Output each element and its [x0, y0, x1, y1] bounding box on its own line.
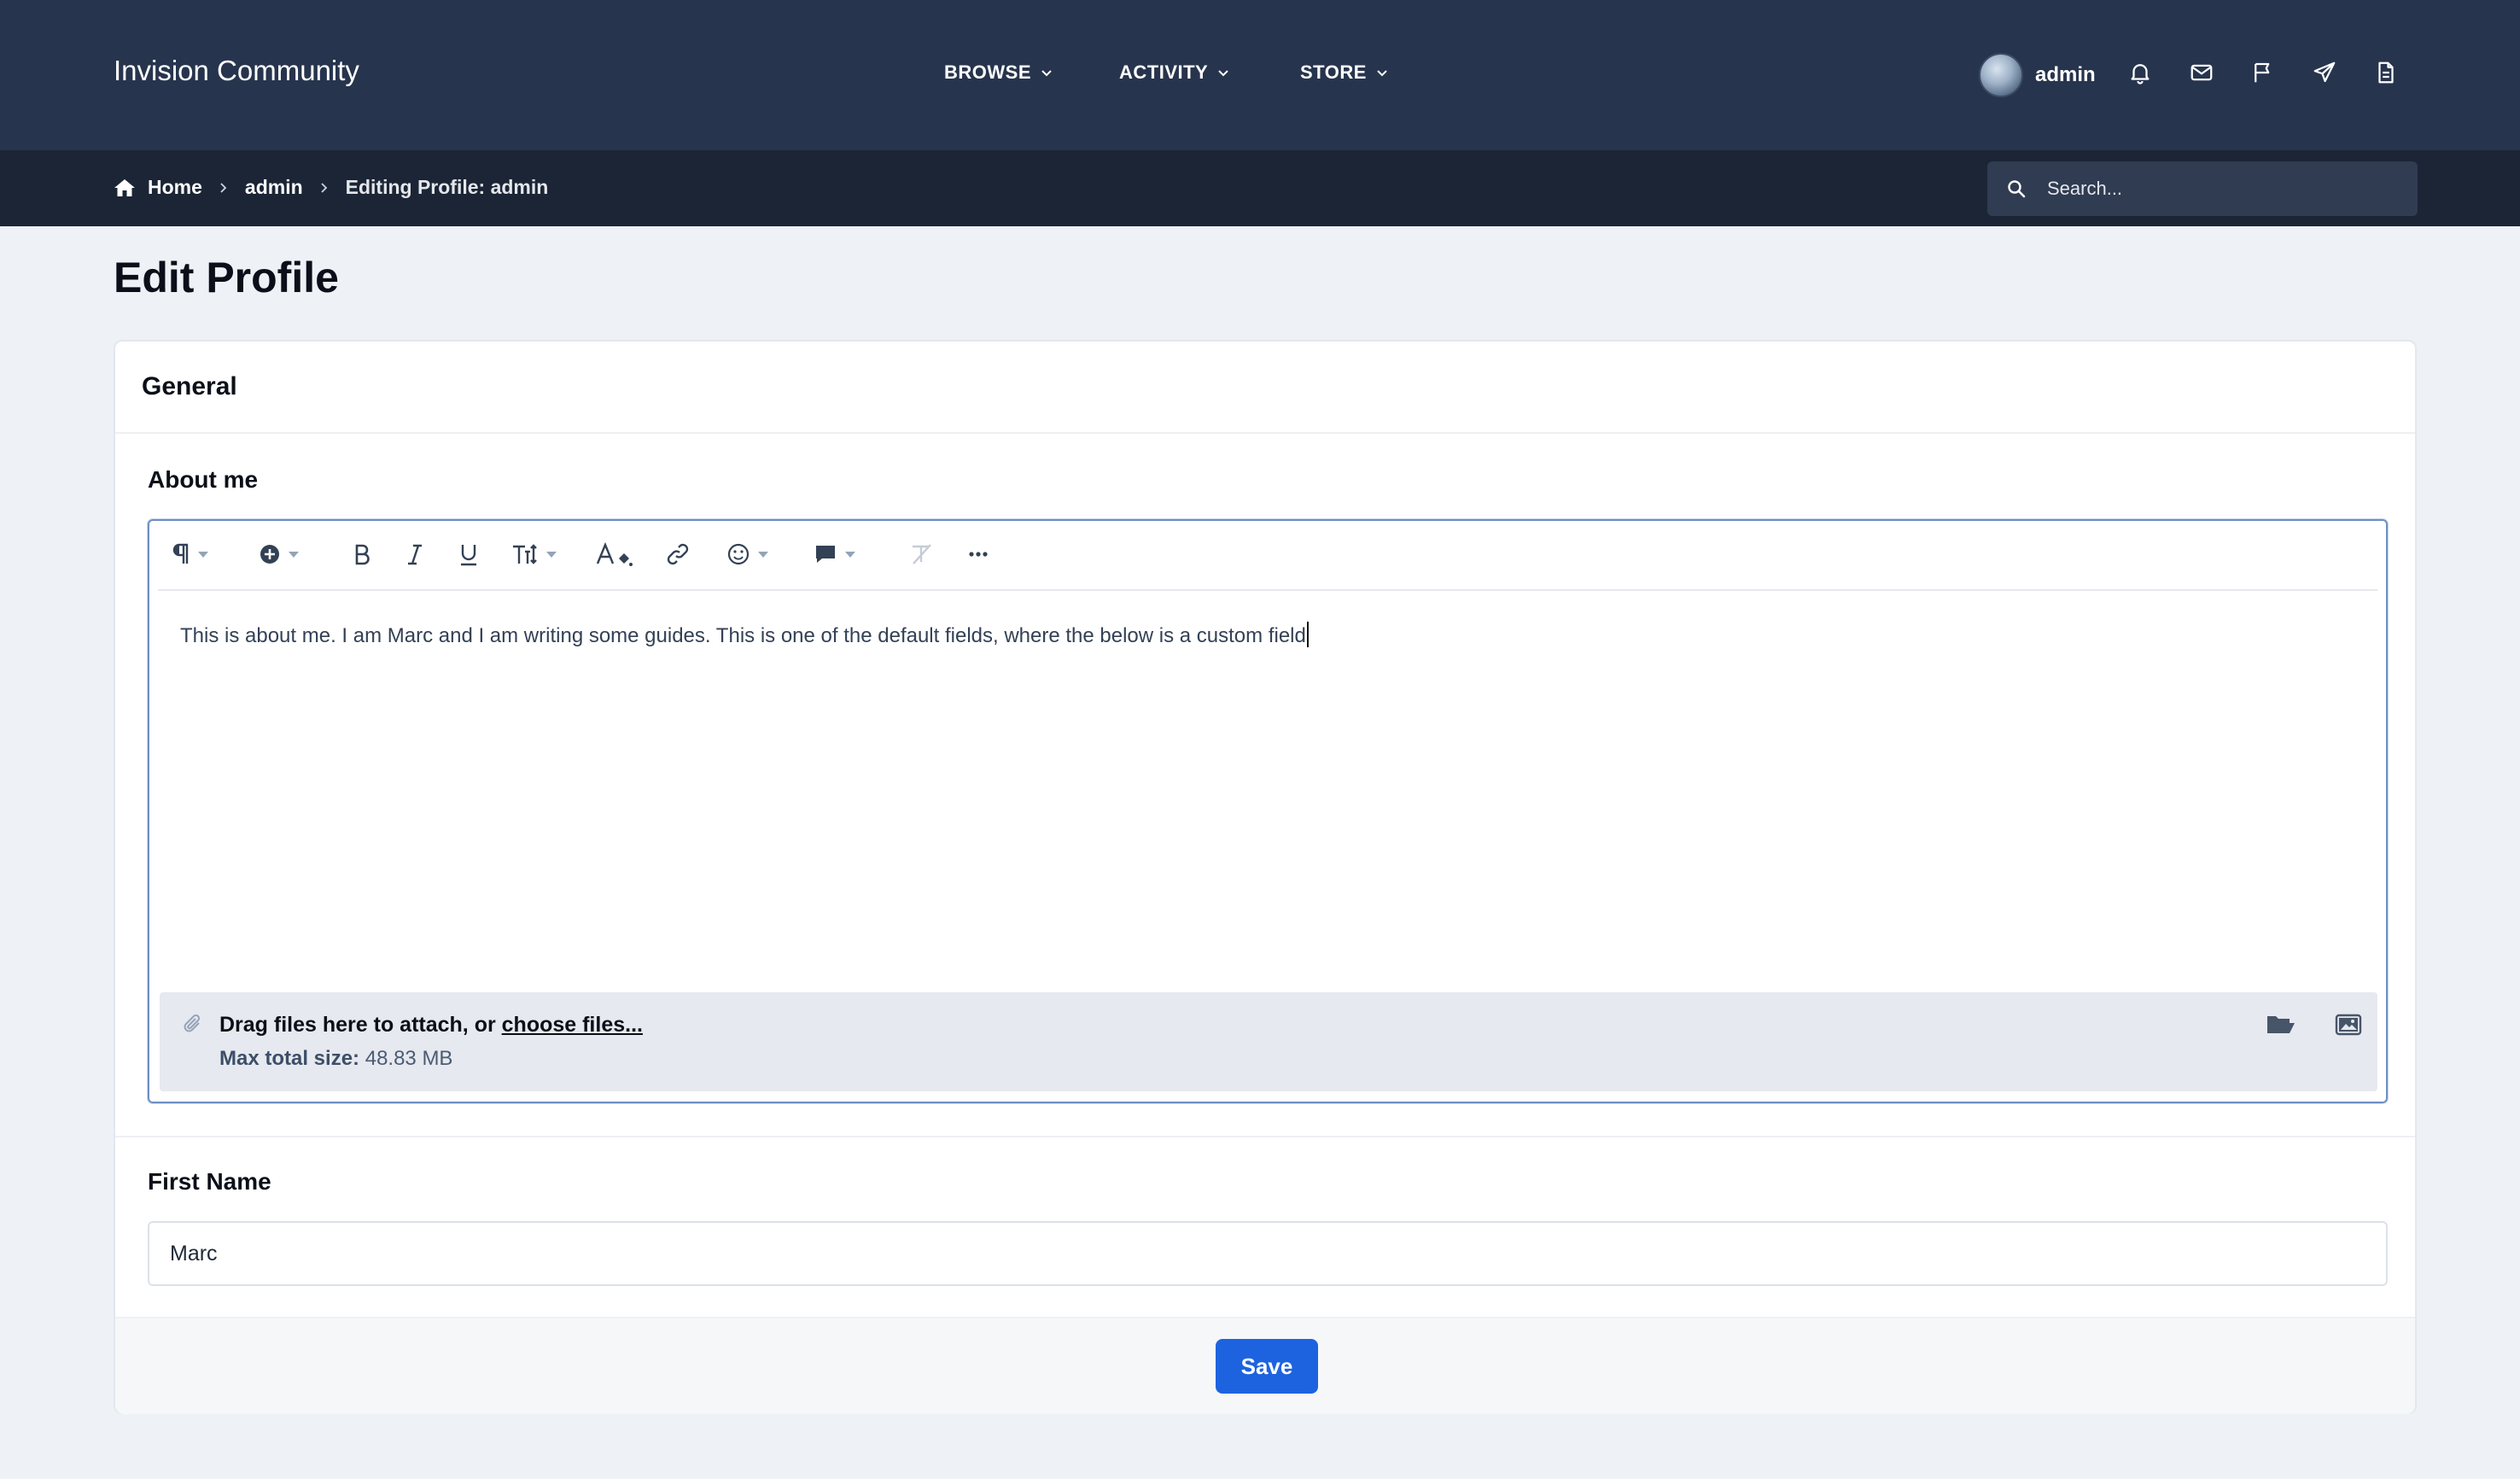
nav-store[interactable]: STORE [1300, 61, 1389, 84]
attachment-dropzone[interactable]: Drag files here to attach, or choose fil… [160, 992, 2377, 1091]
about-me-text: This is about me. I am Marc and I am wri… [180, 624, 1306, 647]
first-name-input[interactable] [148, 1221, 2388, 1286]
breadcrumb: Home admin Editing Profile: admin [114, 176, 548, 199]
nav-store-label: STORE [1300, 61, 1367, 83]
smiley-icon [727, 543, 750, 565]
site-header: Invision Community BROWSE ACTIVITY STORE… [0, 0, 2520, 150]
caret-down-icon [289, 552, 299, 558]
attach-instructions: Drag files here to attach, or choose fil… [219, 1013, 643, 1038]
italic-icon [408, 544, 422, 565]
max-size-value: 48.83 MB [359, 1047, 453, 1070]
section-title: General [115, 342, 2415, 434]
page-title: Edit Profile [114, 254, 339, 301]
search-input[interactable] [2045, 177, 2407, 201]
link-icon [667, 543, 689, 565]
send-icon[interactable] [2312, 60, 2337, 85]
site-title[interactable]: Invision Community [114, 55, 359, 87]
clear-format-icon [913, 544, 931, 564]
document-icon[interactable] [2373, 60, 2399, 85]
section-divider [115, 1136, 2415, 1137]
comment-icon [816, 546, 835, 563]
pilcrow-icon [172, 543, 189, 564]
plus-circle-icon [260, 545, 279, 564]
attach-text: Drag files here to attach, or [219, 1013, 502, 1037]
breadcrumb-current: Editing Profile: admin [345, 176, 549, 198]
home-icon[interactable] [114, 178, 136, 198]
search-icon [2008, 180, 2026, 198]
user-menu[interactable]: admin [1979, 53, 2096, 97]
folder-open-icon [2267, 1016, 2295, 1033]
nav-activity-label: ACTIVITY [1119, 61, 1209, 83]
chevron-down-icon [1041, 70, 1052, 77]
more-options-button[interactable] [967, 540, 989, 569]
caret-down-icon [546, 552, 557, 558]
nav-browse-label: BROWSE [944, 61, 1031, 83]
form-footer: Save [115, 1317, 2415, 1414]
editor-toolbar [158, 521, 2377, 591]
edit-profile-form: General About me This is about me. I am … [114, 340, 2417, 1414]
chevron-right-icon [220, 182, 227, 193]
emoji-button[interactable] [726, 540, 769, 569]
caret-down-icon [758, 552, 768, 558]
clear-formatting-button[interactable] [909, 540, 935, 569]
text-cursor [1306, 622, 1309, 647]
max-size-info: Max total size: 48.83 MB [219, 1047, 452, 1071]
text-color-button[interactable] [595, 540, 636, 569]
italic-button[interactable] [405, 540, 424, 569]
chevron-down-icon [1377, 70, 1387, 77]
breadcrumb-home[interactable]: Home [148, 176, 202, 199]
rich-text-editor[interactable]: This is about me. I am Marc and I am wri… [148, 519, 2388, 1103]
insert-image-button[interactable] [2333, 1011, 2364, 1038]
paragraph-format-button[interactable] [172, 540, 209, 569]
text-size-icon [513, 544, 537, 564]
bell-icon[interactable] [2127, 60, 2153, 85]
caret-down-icon [198, 552, 208, 558]
max-size-label: Max total size: [219, 1047, 360, 1070]
nav-browse[interactable]: BROWSE [944, 61, 1053, 84]
bold-button[interactable] [353, 540, 371, 569]
paperclip-icon [184, 1014, 201, 1032]
avatar [1979, 53, 2023, 97]
editor-content[interactable]: This is about me. I am Marc and I am wri… [180, 622, 1309, 648]
about-me-label: About me [148, 466, 259, 493]
chevron-down-icon [1218, 70, 1228, 77]
caret-down-icon [845, 552, 855, 558]
search-box[interactable] [1987, 161, 2418, 216]
save-button[interactable]: Save [1216, 1339, 1318, 1394]
bold-icon [355, 544, 370, 565]
first-name-label: First Name [148, 1168, 271, 1195]
underline-icon [461, 545, 476, 566]
insert-button[interactable] [259, 540, 300, 569]
chevron-right-icon [321, 182, 327, 193]
images-icon [2335, 1014, 2362, 1036]
browse-files-button[interactable] [2265, 1011, 2295, 1038]
font-size-button[interactable] [511, 540, 557, 569]
nav-activity[interactable]: ACTIVITY [1119, 61, 1230, 84]
choose-files-link[interactable]: choose files... [502, 1013, 643, 1037]
text-color-icon [596, 541, 633, 566]
link-button[interactable] [665, 540, 691, 569]
user-name: admin [2035, 63, 2096, 86]
quote-button[interactable] [814, 540, 856, 569]
flag-icon[interactable] [2250, 60, 2276, 85]
mail-icon[interactable] [2189, 60, 2214, 85]
underline-button[interactable] [458, 540, 479, 569]
more-horizontal-icon [969, 552, 988, 557]
breadcrumb-admin[interactable]: admin [245, 176, 303, 199]
